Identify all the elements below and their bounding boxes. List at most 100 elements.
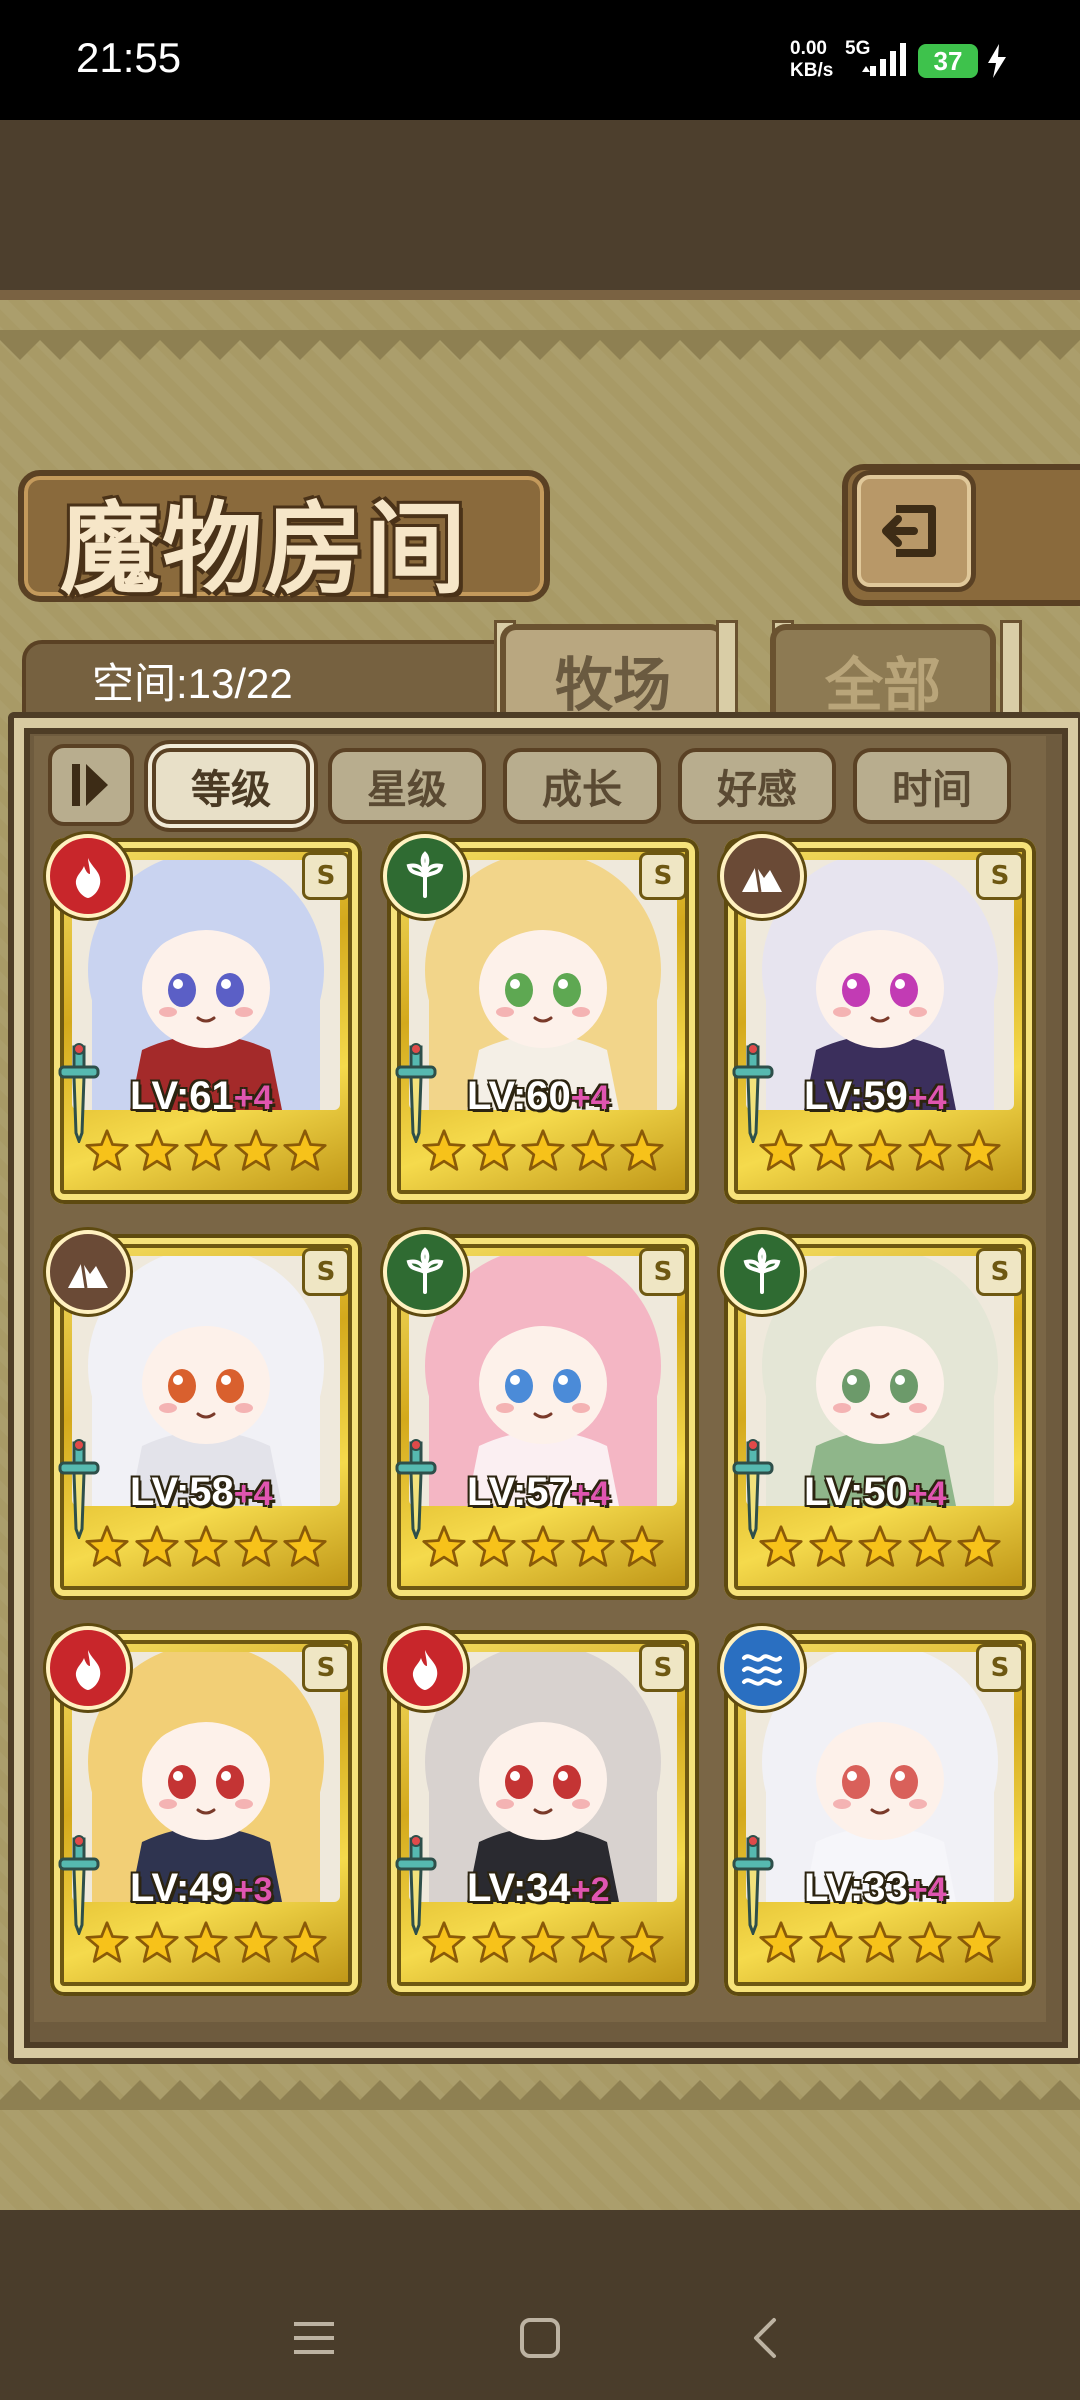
level-label: LV:57+4 bbox=[467, 1470, 610, 1515]
star-icon bbox=[858, 1921, 902, 1963]
status-bar: 21:55 0.00 KB/s 5G 37 bbox=[0, 0, 1080, 120]
star-rating bbox=[758, 1524, 1002, 1584]
bottom-map-band bbox=[0, 2210, 1080, 2290]
star-icon bbox=[134, 1129, 179, 1171]
page-title: 魔物房间 bbox=[60, 490, 468, 608]
star-icon bbox=[957, 1129, 1001, 1171]
star-icon bbox=[471, 1921, 516, 1963]
level-label: LV:33+4 bbox=[804, 1866, 947, 1911]
clock: 21:55 bbox=[76, 34, 182, 81]
monster-card[interactable]: S LV:61+4 bbox=[46, 834, 362, 1204]
level-bonus: +4 bbox=[233, 1079, 273, 1117]
storage-capacity: 空间:13/22 bbox=[92, 660, 293, 707]
star-icon bbox=[134, 1525, 179, 1567]
star-icon bbox=[808, 1921, 853, 1963]
star-icon bbox=[620, 1921, 664, 1963]
star-icon bbox=[570, 1921, 615, 1963]
network-speed-unit: KB/s bbox=[790, 60, 834, 81]
star-icon bbox=[85, 1525, 129, 1567]
rank-badge: S bbox=[302, 852, 350, 900]
home-icon[interactable] bbox=[510, 2308, 570, 2368]
signal-icon bbox=[862, 43, 906, 76]
menu-icon[interactable] bbox=[284, 2308, 344, 2368]
star-icon bbox=[471, 1129, 516, 1171]
monster-card[interactable]: S LV:57+4 bbox=[383, 1230, 699, 1600]
network-speed: 0.00 KB/s bbox=[790, 38, 833, 82]
rank-badge: S bbox=[976, 1644, 1024, 1692]
level-bonus: +4 bbox=[233, 1475, 273, 1513]
sort-affection-button[interactable]: 好感 bbox=[678, 748, 836, 824]
star-rating bbox=[84, 1128, 328, 1188]
return-arrow-icon bbox=[882, 505, 936, 557]
star-icon bbox=[85, 1921, 129, 1963]
star-icon bbox=[184, 1525, 228, 1567]
star-icon bbox=[233, 1921, 278, 1963]
star-icon bbox=[422, 1921, 466, 1963]
star-rating bbox=[84, 1920, 328, 1980]
level-value: LV:61 bbox=[130, 1074, 234, 1118]
level-bonus: +4 bbox=[907, 1079, 947, 1117]
back-nav-icon[interactable] bbox=[736, 2308, 796, 2368]
level-label: LV:61+4 bbox=[130, 1074, 273, 1119]
monster-card[interactable]: S LV:50+4 bbox=[720, 1230, 1036, 1600]
rank-badge: S bbox=[302, 1644, 350, 1692]
star-icon bbox=[422, 1525, 466, 1567]
level-value: LV:59 bbox=[804, 1074, 908, 1118]
level-bonus: +4 bbox=[570, 1475, 610, 1513]
star-icon bbox=[907, 1525, 952, 1567]
monster-card[interactable]: S LV:60+4 bbox=[383, 834, 699, 1204]
star-icon bbox=[759, 1921, 803, 1963]
star-rating bbox=[758, 1920, 1002, 1980]
star-icon bbox=[521, 1129, 565, 1171]
rank-badge: S bbox=[302, 1248, 350, 1296]
network-speed-value: 0.00 bbox=[790, 38, 827, 59]
star-icon bbox=[808, 1129, 853, 1171]
level-value: LV:49 bbox=[130, 1866, 234, 1910]
earth-element-icon bbox=[46, 1230, 130, 1314]
star-icon bbox=[907, 1129, 952, 1171]
level-label: LV:49+3 bbox=[130, 1866, 273, 1911]
monster-card[interactable]: S LV:49+3 bbox=[46, 1626, 362, 1996]
star-icon bbox=[233, 1525, 278, 1567]
monster-card[interactable]: S LV:34+2 bbox=[383, 1626, 699, 1996]
sort-order-toggle[interactable] bbox=[48, 744, 134, 826]
star-icon bbox=[521, 1525, 565, 1567]
top-map-band bbox=[0, 120, 1080, 300]
monster-card[interactable]: S LV:58+4 bbox=[46, 1230, 362, 1600]
level-bonus: +4 bbox=[570, 1079, 610, 1117]
star-icon bbox=[184, 1921, 228, 1963]
level-label: LV:59+4 bbox=[804, 1074, 947, 1119]
monster-card[interactable]: S LV:59+4 bbox=[720, 834, 1036, 1204]
battery-indicator: 37 bbox=[918, 44, 978, 78]
level-label: LV:34+2 bbox=[467, 1866, 610, 1911]
monster-card[interactable]: S LV:33+4 bbox=[720, 1626, 1036, 1996]
star-icon bbox=[858, 1129, 902, 1171]
sort-growth-button[interactable]: 成长 bbox=[503, 748, 661, 824]
sort-time-button[interactable]: 时间 bbox=[853, 748, 1011, 824]
star-icon bbox=[620, 1129, 664, 1171]
sort-level-button[interactable]: 等级 bbox=[152, 748, 310, 824]
level-label: LV:50+4 bbox=[804, 1470, 947, 1515]
star-icon bbox=[283, 1525, 327, 1567]
sort-order-icon bbox=[72, 764, 108, 806]
star-rating bbox=[84, 1524, 328, 1584]
star-icon bbox=[233, 1129, 278, 1171]
rank-badge: S bbox=[976, 852, 1024, 900]
level-value: LV:33 bbox=[804, 1866, 908, 1910]
star-rating bbox=[421, 1128, 665, 1188]
star-icon bbox=[957, 1525, 1001, 1567]
fire-element-icon bbox=[46, 834, 130, 918]
level-bonus: +3 bbox=[233, 1871, 273, 1909]
star-icon bbox=[134, 1921, 179, 1963]
zigzag-border-top bbox=[0, 330, 1080, 360]
star-icon bbox=[570, 1129, 615, 1171]
wood-element-icon bbox=[383, 834, 467, 918]
back-button[interactable] bbox=[852, 470, 976, 592]
star-icon bbox=[85, 1129, 129, 1171]
star-icon bbox=[759, 1129, 803, 1171]
level-value: LV:60 bbox=[467, 1074, 571, 1118]
rank-badge: S bbox=[639, 1248, 687, 1296]
sort-stars-button[interactable]: 星级 bbox=[328, 748, 486, 824]
star-icon bbox=[422, 1129, 466, 1171]
level-value: LV:50 bbox=[804, 1470, 908, 1514]
